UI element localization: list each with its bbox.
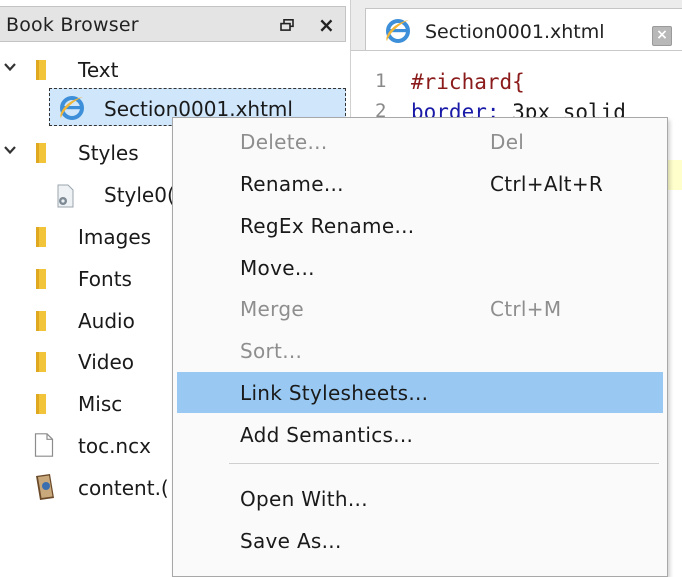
tree-item-label: Images (78, 225, 152, 249)
blank-document-icon (34, 433, 54, 457)
internet-explorer-icon (60, 96, 84, 120)
tree-item-label: Style0( (104, 183, 175, 207)
folder-icon (36, 227, 46, 247)
line-number: 1 (375, 70, 387, 92)
folder-icon (36, 143, 46, 163)
tab-label: Section0001.xhtml (425, 21, 605, 43)
tree-item-label: Text (78, 58, 119, 82)
menu-separator (229, 463, 659, 464)
menu-item-label: Save As... (240, 529, 342, 553)
close-panel-button[interactable]: × (318, 15, 335, 35)
stylesheet-file-icon (57, 184, 74, 208)
menu-item-shortcut: Ctrl+M (490, 297, 562, 321)
float-window-icon[interactable] (280, 19, 294, 31)
tree-item-label: Audio (78, 309, 135, 333)
tree-item-label: Fonts (78, 267, 132, 291)
menu-item-regex-rename[interactable]: RegEx Rename... (177, 205, 663, 246)
tree-item-label: content.( (78, 476, 169, 500)
tree-item-label: Misc (78, 392, 123, 416)
panel-title: Book Browser (6, 14, 139, 36)
folder-icon (36, 269, 46, 289)
menu-item-rename[interactable]: Rename... Ctrl+Alt+R (177, 163, 663, 204)
tab-close-button[interactable]: × (652, 26, 672, 46)
internet-explorer-icon (386, 19, 410, 43)
code-line[interactable]: #richard{ (411, 70, 525, 94)
chevron-down-icon[interactable] (4, 146, 16, 154)
menu-item-shortcut: Ctrl+Alt+R (490, 172, 604, 196)
folder-icon (36, 352, 46, 372)
menu-item-label: Merge (240, 297, 304, 321)
tab-bar: Section0001.xhtml × (351, 0, 682, 51)
tab-section0001[interactable]: Section0001.xhtml × (365, 8, 682, 50)
menu-item-label: Open With... (240, 487, 368, 511)
panel-header[interactable]: Book Browser × (0, 6, 346, 42)
tree-item-label: Video (78, 350, 135, 374)
menu-item-delete[interactable]: Delete... Del (177, 121, 663, 162)
chevron-down-icon[interactable] (4, 63, 16, 71)
tree-item-label: toc.ncx (78, 434, 151, 458)
tree-item-label: Styles (78, 141, 139, 165)
menu-item-save-as[interactable]: Save As... (177, 520, 663, 561)
menu-item-open-with[interactable]: Open With... (177, 478, 663, 519)
menu-item-label: Sort... (240, 339, 303, 363)
menu-item-label: Link Stylesheets... (240, 381, 429, 405)
folder-icon (36, 311, 46, 331)
tree-item-text[interactable]: Text (0, 51, 346, 87)
context-menu: Delete... Del Rename... Ctrl+Alt+R RegEx… (172, 117, 668, 577)
menu-item-label: Rename... (240, 172, 344, 196)
menu-item-label: RegEx Rename... (240, 214, 415, 238)
menu-item-label: Add Semantics... (240, 423, 414, 447)
folder-icon (36, 60, 46, 80)
menu-item-shortcut: Del (490, 130, 525, 154)
menu-item-label: Delete... (240, 130, 328, 154)
menu-item-label: Move... (240, 256, 315, 280)
menu-item-merge[interactable]: Merge Ctrl+M (177, 288, 663, 329)
menu-item-link-stylesheets[interactable]: Link Stylesheets... (177, 372, 663, 413)
menu-item-add-semantics[interactable]: Add Semantics... (177, 414, 663, 455)
book-opf-icon (36, 474, 54, 500)
menu-item-sort[interactable]: Sort... (177, 330, 663, 371)
menu-item-move[interactable]: Move... (177, 247, 663, 288)
folder-icon (36, 394, 46, 414)
